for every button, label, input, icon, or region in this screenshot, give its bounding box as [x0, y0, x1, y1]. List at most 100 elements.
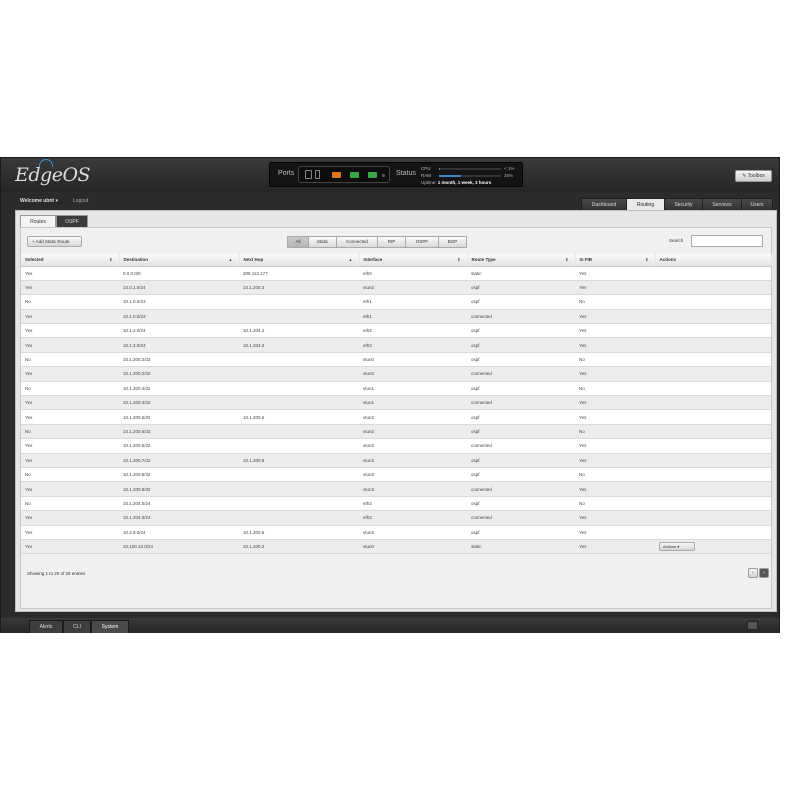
- cell-route-type: ospf: [467, 337, 575, 353]
- port-eth2-icon[interactable]: [368, 172, 377, 178]
- port-eth1-icon[interactable]: [350, 172, 359, 178]
- table-row[interactable]: Yes 10.0.1.0/24 10.1.200.3 vtun2 ospf Yes: [21, 280, 771, 296]
- tab-routing[interactable]: Routing: [626, 198, 665, 210]
- port-eth3-icon[interactable]: [382, 174, 385, 177]
- cell-destination: 10.1.204.0/24: [119, 510, 239, 526]
- column-label: Next Hop: [243, 257, 264, 263]
- table-row[interactable]: Yes 10.2.9.0/24 10.1.200.8 vtun3 ospf Yes: [21, 525, 771, 540]
- cell-actions: [655, 309, 771, 325]
- search-input[interactable]: [691, 235, 763, 247]
- column-label: In FIB: [579, 257, 593, 263]
- cell-destination: 10.100.10.0/24: [119, 539, 239, 555]
- cell-actions: [655, 294, 771, 310]
- filter-bgp[interactable]: BGP: [438, 236, 467, 248]
- column-header-next-hop[interactable]: Next Hop ▲: [239, 254, 360, 267]
- cell-actions: [655, 266, 771, 281]
- cell-destination: 10.1.200.2/32: [119, 366, 239, 382]
- table-row[interactable]: Yes 0.0.0.0/0 208.113.177 eth0 static Yes: [21, 266, 771, 281]
- cell-actions: [655, 481, 771, 497]
- cell-interface: vtun0: [359, 366, 467, 382]
- cell-next-hop: [239, 496, 359, 512]
- table-row[interactable]: Yes 10.1.200.8/32 vtun3 connected Yes: [21, 481, 771, 497]
- tab-users[interactable]: Users: [741, 198, 773, 210]
- cell-in-fib: Yes: [575, 481, 655, 497]
- table-row[interactable]: Yes 10.1.200.2/32 vtun0 connected Yes: [21, 366, 771, 382]
- table-row[interactable]: Yes 10.100.10.0/24 10.1.200.2 vtun0 static Ye…: [21, 539, 771, 555]
- table-row[interactable]: Yes 10.1.200.7/32 10.1.200.8 vtun3 ospf Yes: [21, 453, 771, 468]
- table-row[interactable]: No 10.1.200.2/32 vtun0 ospf No: [21, 352, 771, 368]
- cell-route-type: connected: [467, 438, 575, 454]
- tab-dashboard[interactable]: Dashboard: [581, 198, 627, 210]
- cell-actions: [655, 337, 771, 353]
- logout-link[interactable]: Logout: [73, 198, 88, 204]
- table-row[interactable]: No 10.1.200.6/32 vtun2 ospf No: [21, 424, 771, 440]
- subtab-routes[interactable]: Routes: [20, 215, 56, 227]
- column-header-in-fib[interactable]: In FIB ⇕: [575, 254, 656, 267]
- cell-actions: [655, 366, 771, 382]
- filter-static[interactable]: Static: [308, 236, 337, 248]
- cell-interface: eth2: [359, 510, 467, 526]
- cell-selected: Yes: [21, 309, 119, 325]
- table-row[interactable]: No 10.1.200.4/32 vtun1 ospf No: [21, 381, 771, 397]
- tab-security[interactable]: Security: [664, 198, 703, 210]
- cell-route-type: static: [467, 539, 575, 555]
- column-header-destination[interactable]: Destination ▲: [119, 254, 240, 267]
- bottom-tab-cli[interactable]: CLI: [63, 620, 91, 633]
- cell-in-fib: No: [575, 352, 655, 368]
- column-header-interface[interactable]: Interface ⇕: [359, 254, 468, 267]
- bottom-tab-alerts[interactable]: Alerts: [29, 620, 63, 633]
- row-actions-button[interactable]: Actions ▾: [659, 542, 695, 552]
- cell-actions: [655, 409, 771, 425]
- add-static-route-button[interactable]: + Add Static Route: [27, 236, 82, 247]
- bottom-tab-system[interactable]: System: [91, 620, 129, 633]
- sort-icon: ⇕: [565, 257, 569, 262]
- filter-ospf[interactable]: OSPF: [405, 236, 439, 248]
- filter-rip[interactable]: RIP: [377, 236, 406, 248]
- cell-route-type: connected: [467, 366, 575, 382]
- cell-selected: No: [21, 467, 119, 483]
- table-row[interactable]: Yes 10.1.0.0/23 eth1 connected Yes: [21, 309, 771, 325]
- sort-icon: ⇕: [109, 257, 113, 262]
- search-label: Search: [669, 238, 684, 243]
- table-row[interactable]: No 10.1.204.0/24 eth2 ospf No: [21, 496, 771, 512]
- cell-in-fib: Yes: [575, 323, 655, 339]
- cell-in-fib: Yes: [575, 438, 655, 454]
- cell-interface: eth0: [359, 266, 467, 281]
- cell-destination: 10.2.9.0/24: [119, 525, 239, 540]
- table-row[interactable]: Yes 10.1.2.0/24 10.1.204.2 eth2 ospf Yes: [21, 323, 771, 339]
- expand-panel-icon[interactable]: [747, 621, 758, 630]
- ports-label: Ports: [278, 170, 295, 177]
- uptime-label: Uptime:: [421, 180, 437, 185]
- filter-all[interactable]: All: [287, 236, 309, 248]
- cell-in-fib: Yes: [575, 395, 655, 411]
- table-row[interactable]: Yes 10.1.200.6/32 vtun2 connected Yes: [21, 438, 771, 454]
- cell-destination: 10.1.200.4/32: [119, 395, 239, 411]
- subtab-ospf[interactable]: OSPF: [56, 215, 88, 227]
- table-row[interactable]: No 10.1.200.8/32 vtun3 ospf No: [21, 467, 771, 483]
- table-row[interactable]: Yes 10.1.200.4/32 vtun1 connected Yes: [21, 395, 771, 411]
- port-sfp-icon[interactable]: [315, 170, 320, 179]
- cell-selected: No: [21, 352, 119, 368]
- port-eth0-icon[interactable]: [332, 172, 341, 178]
- cell-actions: [655, 395, 771, 411]
- table-row[interactable]: Yes 10.1.204.0/24 eth2 connected Yes: [21, 510, 771, 526]
- welcome-user-menu[interactable]: Welcome ubnt ▾: [20, 198, 58, 204]
- table-row[interactable]: Yes 10.1.3.0/24 10.1.204.3 eth2 ospf Yes: [21, 337, 771, 353]
- column-label: Route Type: [471, 257, 496, 263]
- status-widget: Ports Status CPU < 1% RAM 35% Uptime: 1 …: [269, 162, 523, 187]
- toolbox-button[interactable]: ✎ Toolbox: [735, 170, 772, 182]
- next-page-button[interactable]: ›: [759, 568, 769, 578]
- port-eth-icon[interactable]: [305, 170, 312, 179]
- sort-asc-icon: ▲: [228, 257, 233, 262]
- prev-page-button[interactable]: ‹: [748, 568, 758, 578]
- cell-destination: 10.0.1.0/24: [119, 280, 239, 296]
- cell-actions: [655, 352, 771, 368]
- column-header-route-type[interactable]: Route Type ⇕: [467, 254, 576, 267]
- filter-connected[interactable]: Connected: [336, 236, 378, 248]
- sort-icon: ⇕: [457, 257, 461, 262]
- table-row[interactable]: Yes 10.1.200.5/32 10.1.200.6 vtun2 ospf Yes: [21, 409, 771, 425]
- cell-in-fib: No: [575, 381, 655, 397]
- table-row[interactable]: No 10.1.0.0/23 eth1 ospf No: [21, 294, 771, 310]
- tab-services[interactable]: Services: [702, 198, 742, 210]
- column-header-selected[interactable]: Selected ⇕: [21, 254, 120, 267]
